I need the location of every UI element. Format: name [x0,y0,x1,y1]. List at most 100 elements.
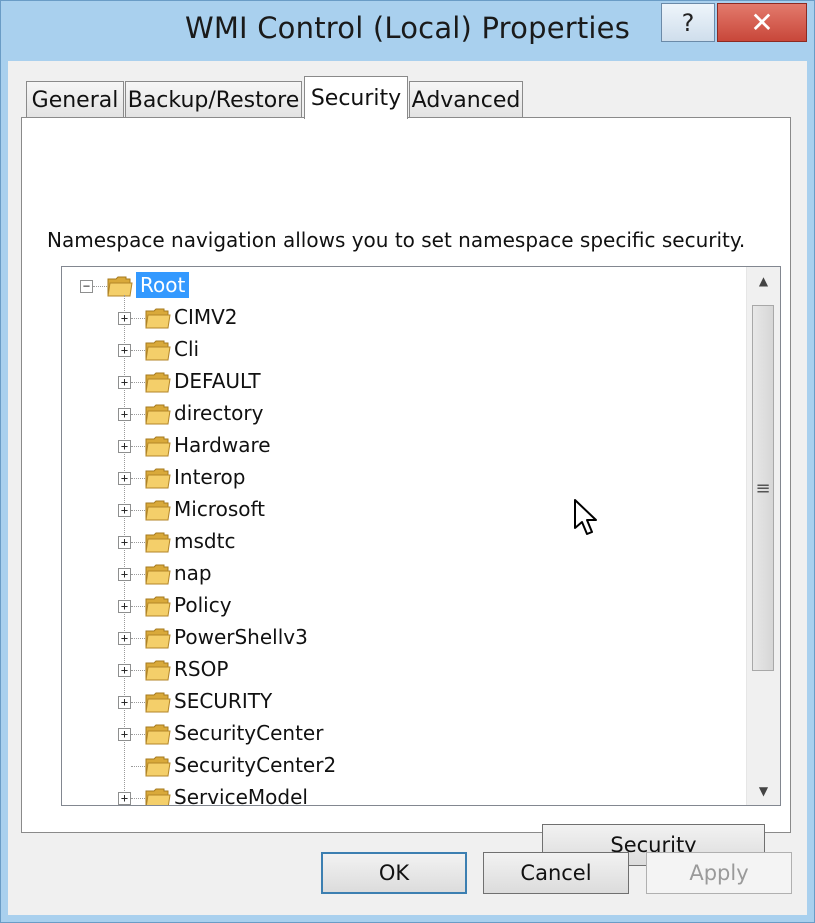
tree-connector [131,510,145,511]
expand-icon[interactable]: + [118,536,131,549]
tree-item-directory[interactable]: + directory [62,398,742,430]
expand-icon[interactable]: + [118,344,131,357]
tree-item-label: CIMV2 [174,305,238,329]
cancel-button[interactable]: Cancel [483,852,629,894]
tree-connector [131,382,145,383]
mouse-cursor-icon [574,499,597,535]
collapse-icon[interactable]: − [80,280,93,293]
tree-item-servicemodel[interactable]: + ServiceModel [62,782,742,806]
folder-icon [145,530,171,554]
tree-connector [131,414,145,415]
tree-item-rsop[interactable]: + RSOP [62,654,742,686]
expand-icon[interactable]: + [118,568,131,581]
tree-item-policy[interactable]: + Policy [62,590,742,622]
tree-connector [131,446,145,447]
folder-icon [145,434,171,458]
tab-advanced[interactable]: Advanced [409,81,523,118]
tree-connector [131,638,145,639]
folder-icon [145,402,171,426]
namespace-tree[interactable]: ▲ ≡ ▼ − Root + CIMV2 + Cli + DEFAULT + directory +… [61,266,781,806]
expand-icon[interactable]: + [118,504,131,517]
expand-icon[interactable]: + [118,664,131,677]
tree-connector [131,670,145,671]
expand-icon[interactable]: + [118,376,131,389]
dialog-window: WMI Control (Local) Properties ? ✕ Gener… [0,0,815,923]
scroll-thumb[interactable]: ≡ [752,305,774,671]
tree-scrollbar[interactable]: ▲ ≡ ▼ [746,267,780,805]
tree-connector [131,350,145,351]
expand-icon[interactable]: + [118,440,131,453]
tree-connector [131,606,145,607]
folder-icon [145,466,171,490]
tab-general[interactable]: General [26,81,124,118]
tree-item-label: Policy [174,593,232,617]
tab-security[interactable]: Security [304,76,408,119]
folder-icon [145,498,171,522]
close-button[interactable]: ✕ [717,3,807,42]
tree-connector [131,318,145,319]
ok-button[interactable]: OK [321,852,467,894]
tree-item-label: Root [136,272,190,298]
tree-item-microsoft[interactable]: + Microsoft [62,494,742,526]
expand-icon[interactable]: + [118,728,131,741]
tree-item-label: Cli [174,337,200,361]
tree-item-label: Interop [174,465,246,489]
namespace-description: Namespace navigation allows you to set n… [47,228,746,252]
expand-icon[interactable]: + [118,472,131,485]
expand-icon[interactable]: + [118,792,131,805]
dialog-client-area: General Backup/Restore Security Advanced… [8,61,807,915]
folder-icon [145,370,171,394]
tree-item-hardware[interactable]: + Hardware [62,430,742,462]
folder-icon [145,562,171,586]
tree-item-msdtc[interactable]: + msdtc [62,526,742,558]
tree-item-label: nap [174,561,212,585]
tree-item-securitycenter[interactable]: + SecurityCenter [62,718,742,750]
tree-item-interop[interactable]: + Interop [62,462,742,494]
tree-connector [131,766,145,767]
tree-item-cli[interactable]: + Cli [62,334,742,366]
tree-item-cimv2[interactable]: + CIMV2 [62,302,742,334]
folder-icon [145,626,171,650]
expand-icon[interactable]: + [118,696,131,709]
expand-icon[interactable]: + [118,632,131,645]
tree-item-security[interactable]: + SECURITY [62,686,742,718]
folder-icon [145,690,171,714]
expand-icon[interactable]: + [118,312,131,325]
tree-item-label: Microsoft [174,497,266,521]
tree-item-root[interactable]: − Root [62,270,742,302]
expand-icon[interactable]: + [118,600,131,613]
tree-item-default[interactable]: + DEFAULT [62,366,742,398]
tree-item-label: PowerShellv3 [174,625,308,649]
tree-item-powershellv3[interactable]: + PowerShellv3 [62,622,742,654]
tree-connector [131,478,145,479]
folder-icon [145,786,171,805]
tree-item-securitycenter2[interactable]: SecurityCenter2 [62,750,742,782]
security-tab-panel: Namespace navigation allows you to set n… [21,117,791,866]
tree-connector [131,798,145,799]
tree-connector [93,286,107,287]
tab-backup-restore[interactable]: Backup/Restore [125,81,302,118]
tree-item-label: ServiceModel [174,785,308,806]
folder-icon [145,306,171,330]
apply-button: Apply [646,852,792,894]
folder-icon [107,274,133,298]
tree-item-label: msdtc [174,529,236,553]
folder-icon [145,338,171,362]
tree-connector [131,734,145,735]
expand-icon[interactable]: + [118,408,131,421]
tree-item-label: directory [174,401,264,425]
scroll-down-arrow-icon[interactable]: ▼ [747,777,780,805]
folder-icon [145,594,171,618]
tree-item-label: RSOP [174,657,229,681]
tree-connector [131,542,145,543]
tree-item-label: DEFAULT [174,369,261,393]
tree-connector [131,702,145,703]
scroll-up-arrow-icon[interactable]: ▲ [747,267,780,295]
tree-connector [131,574,145,575]
tree-item-nap[interactable]: + nap [62,558,742,590]
help-button[interactable]: ? [661,3,715,42]
tree-item-label: SECURITY [174,689,273,713]
folder-icon [145,722,171,746]
folder-icon [145,754,171,778]
folder-icon [145,658,171,682]
